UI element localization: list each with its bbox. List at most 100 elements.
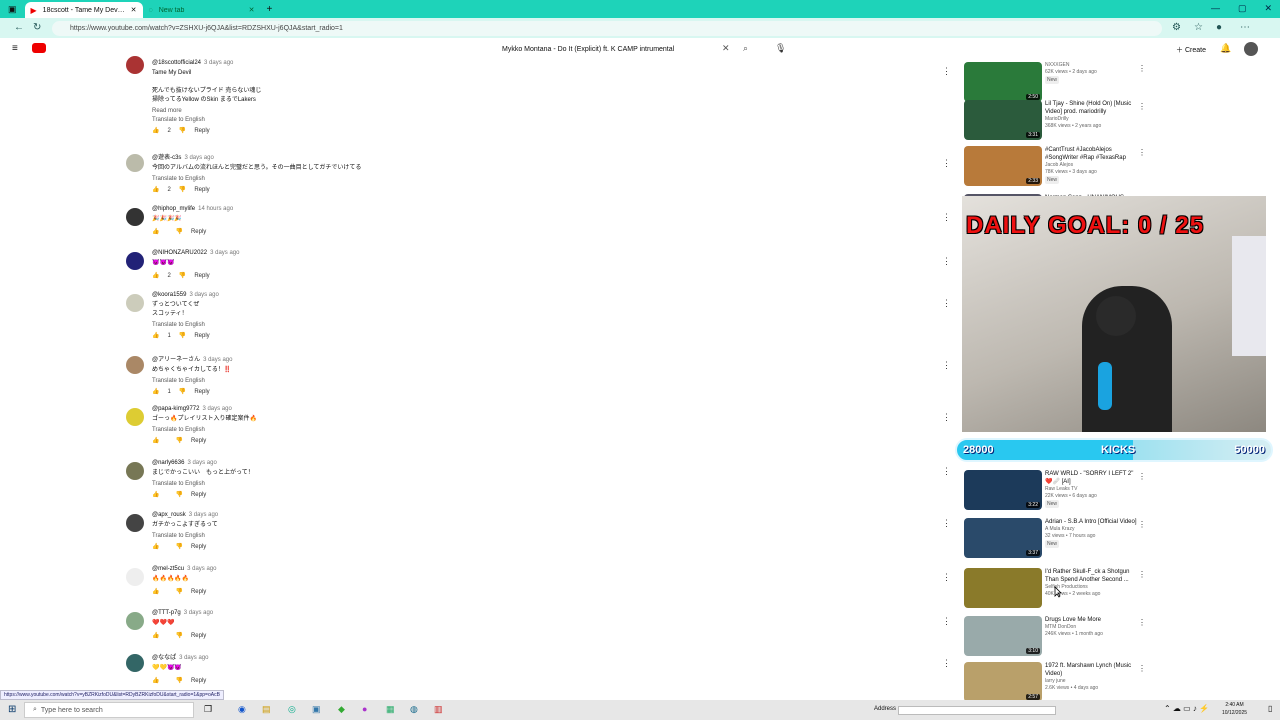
comment-time[interactable]: 3 days ago	[210, 250, 239, 256]
reply-button[interactable]: Reply	[191, 492, 206, 498]
like-icon[interactable]: 👍	[152, 127, 159, 134]
video-title[interactable]: Adrian - S.B.A Intro [Official Video]	[1045, 518, 1137, 526]
reply-button[interactable]: Reply	[191, 438, 206, 444]
video-more-icon[interactable]: ⋮	[1138, 472, 1146, 481]
video-more-icon[interactable]: ⋮	[1138, 664, 1146, 673]
comment-more-icon[interactable]: ⋮	[942, 66, 951, 77]
url-field[interactable]: https://www.youtube.com/watch?v=ZSHXU-j6…	[52, 21, 1162, 36]
comment-handle[interactable]: @narly6636 3 days ago	[152, 460, 254, 466]
video-channel[interactable]: Jacob Alejos	[1045, 162, 1137, 169]
comment-more-icon[interactable]: ⋮	[942, 616, 951, 627]
taskbar-search-box[interactable]: ⌕ Type here to search	[24, 702, 194, 718]
like-icon[interactable]: 👍	[152, 186, 159, 193]
extensions-icon[interactable]: ⚙	[1172, 22, 1181, 33]
notifications-bell-icon[interactable]: 🔔	[1220, 43, 1231, 54]
comment-more-icon[interactable]: ⋮	[942, 518, 951, 529]
like-icon[interactable]: 👍	[152, 228, 159, 235]
comment-avatar[interactable]	[126, 568, 144, 586]
dislike-icon[interactable]: 👎	[175, 677, 182, 684]
video-channel[interactable]: MTM DonDon	[1045, 624, 1137, 631]
comment-author[interactable]: @koora1559	[152, 292, 186, 298]
comment-avatar[interactable]	[126, 408, 144, 426]
comment-handle[interactable]: @apx_rousk 3 days ago	[152, 512, 218, 518]
comment-time[interactable]: 3 days ago	[204, 60, 233, 66]
dislike-icon[interactable]: 👎	[179, 127, 186, 134]
file-explorer-icon[interactable]: ▤	[262, 704, 271, 715]
video-title[interactable]: Drugs Love Me More	[1045, 616, 1137, 624]
system-tray-icons[interactable]: ⌃ ☁ ▭ ♪ ⚡	[1164, 704, 1209, 713]
favorites-icon[interactable]: ☆	[1194, 22, 1203, 33]
profile-icon[interactable]: ●	[1216, 22, 1222, 33]
comment-handle[interactable]: @NIHONZARU2022 3 days ago	[152, 250, 239, 256]
microphone-icon[interactable]: 🎙	[775, 43, 786, 54]
comment-handle[interactable]: @ななぱ 3 days ago	[152, 652, 208, 661]
comment-author[interactable]: @papa-kimg9772	[152, 406, 199, 412]
comment-avatar[interactable]	[126, 356, 144, 374]
tab-active[interactable]: ▶ 18cscott - Tame My Devil (Official... …	[24, 2, 143, 18]
translate-link[interactable]: Translate to English	[152, 533, 218, 539]
reply-button[interactable]: Reply	[194, 128, 209, 134]
recommended-video[interactable]: 2:50 NXXXGEN 62K views • 2 days ago New …	[964, 62, 1150, 102]
tab-inactive[interactable]: ◌ New tab ✕	[143, 2, 261, 18]
comment-avatar[interactable]	[126, 154, 144, 172]
video-more-icon[interactable]: ⋮	[1138, 64, 1146, 73]
video-title[interactable]: #CantTrust #JacobAlejos #SongWriter #Rap…	[1045, 146, 1137, 162]
comment-avatar[interactable]	[126, 208, 144, 226]
recommended-video[interactable]: 3:31 Lil Tjay - Shine (Hold On) [Music V…	[964, 100, 1150, 140]
comment-author[interactable]: @apx_rousk	[152, 512, 186, 518]
comment-time[interactable]: 3 days ago	[184, 610, 213, 616]
close-window-icon[interactable]: ✕	[1264, 3, 1272, 14]
video-thumbnail[interactable]: 3:37	[964, 518, 1042, 558]
translate-link[interactable]: Translate to English	[152, 322, 219, 328]
comment-author[interactable]: @18scottofficial24	[152, 60, 201, 66]
comment-handle[interactable]: @アリーネーさん 3 days ago	[152, 354, 232, 363]
app-icon-red[interactable]: ▥	[434, 704, 443, 715]
reply-button[interactable]: Reply	[194, 333, 209, 339]
comment-handle[interactable]: @hiphop_mylife 14 hours ago	[152, 206, 233, 212]
reply-button[interactable]: Reply	[191, 589, 206, 595]
reply-button[interactable]: Reply	[194, 389, 209, 395]
comment-avatar[interactable]	[126, 514, 144, 532]
minimize-icon[interactable]: —	[1211, 3, 1220, 14]
video-channel[interactable]: larry june	[1045, 678, 1137, 685]
comment-more-icon[interactable]: ⋮	[942, 412, 951, 423]
more-menu-icon[interactable]: ⋯	[1240, 22, 1250, 33]
video-channel[interactable]: NXXXGEN	[1045, 62, 1137, 69]
comment-time[interactable]: 14 hours ago	[198, 206, 233, 212]
create-button[interactable]: ＋ Create	[1176, 45, 1206, 55]
comment-author[interactable]: @mel-zt5cu	[152, 566, 184, 572]
comment-author[interactable]: @ななぱ	[152, 655, 176, 661]
translate-link[interactable]: Translate to English	[152, 176, 361, 182]
video-thumbnail[interactable]: 2:50	[964, 62, 1042, 102]
like-icon[interactable]: 👍	[152, 272, 159, 279]
video-more-icon[interactable]: ⋮	[1138, 102, 1146, 111]
translate-link[interactable]: Translate to English	[152, 378, 232, 384]
hamburger-menu-icon[interactable]: ≡	[12, 43, 18, 54]
video-channel[interactable]: A Mula Krazy	[1045, 526, 1137, 533]
comment-more-icon[interactable]: ⋮	[942, 256, 951, 267]
youtube-logo-icon[interactable]	[32, 43, 46, 53]
browser-menu-icon[interactable]: ▣	[8, 4, 17, 15]
search-input[interactable]: Mykko Montana - Do It (Explicit) ft. K C…	[494, 42, 734, 56]
video-more-icon[interactable]: ⋮	[1138, 148, 1146, 157]
video-channel[interactable]: MarioDrilly	[1045, 116, 1137, 123]
comment-avatar[interactable]	[126, 252, 144, 270]
dislike-icon[interactable]: 👎	[179, 388, 186, 395]
like-icon[interactable]: 👍	[152, 677, 159, 684]
reply-button[interactable]: Reply	[191, 544, 206, 550]
browser-taskbar-icon[interactable]: ◉	[238, 704, 246, 715]
comment-author[interactable]: @hiphop_mylife	[152, 206, 195, 212]
comment-author[interactable]: @アリーネーさん	[152, 357, 200, 363]
comment-avatar[interactable]	[126, 294, 144, 312]
comment-time[interactable]: 3 days ago	[202, 406, 231, 412]
translate-link[interactable]: Translate to English	[152, 481, 254, 487]
dislike-icon[interactable]: 👎	[179, 272, 186, 279]
comment-more-icon[interactable]: ⋮	[942, 466, 951, 477]
comment-author[interactable]: @narly6636	[152, 460, 184, 466]
video-thumbnail[interactable]	[964, 568, 1042, 608]
comment-more-icon[interactable]: ⋮	[942, 298, 951, 309]
search-icon[interactable]: ⌕	[743, 43, 748, 54]
video-more-icon[interactable]: ⋮	[1138, 618, 1146, 627]
account-avatar[interactable]	[1244, 42, 1258, 56]
translate-link[interactable]: Translate to English	[152, 427, 257, 433]
